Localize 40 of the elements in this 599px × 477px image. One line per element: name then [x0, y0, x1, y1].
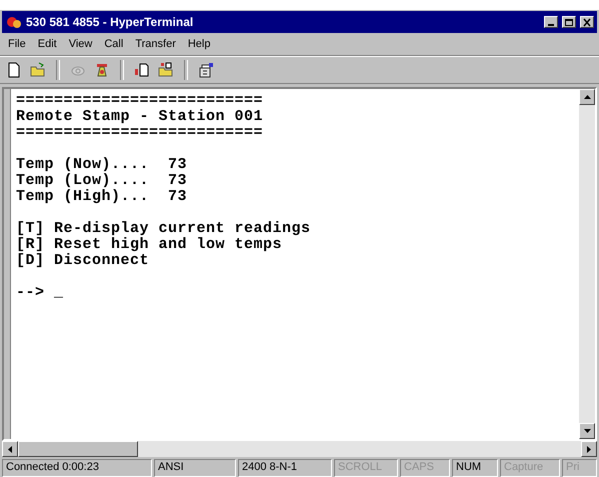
terminal-line: Temp (Now).... 73	[16, 157, 188, 173]
vertical-scrollbar[interactable]	[579, 89, 595, 439]
close-icon	[582, 18, 592, 26]
terminal-line: [D] Disconnect	[16, 253, 150, 269]
terminal-line: Remote Stamp - Station 001	[16, 109, 264, 125]
terminal-line: ==========================	[16, 93, 264, 109]
maximize-icon	[564, 18, 574, 26]
folder-icon[interactable]	[30, 62, 46, 78]
window-title: 530 581 4855 - HyperTerminal	[26, 15, 194, 29]
terminal-line: Temp (Low).... 73	[16, 173, 188, 189]
menu-item[interactable]: Transfer	[135, 38, 176, 50]
terminal-line: ==========================	[16, 125, 264, 141]
status-field: Connected 0:00:23	[2, 459, 152, 477]
cursor: _	[54, 284, 64, 301]
menu-item[interactable]: Help	[188, 38, 210, 50]
terminal-line: Temp (High)... 73	[16, 189, 188, 205]
down-arrow-icon[interactable]	[584, 429, 590, 433]
receive-file-icon[interactable]	[158, 62, 174, 78]
minimize-button[interactable]	[544, 16, 558, 28]
menu-item[interactable]: View	[68, 38, 92, 50]
right-arrow-icon[interactable]	[587, 446, 591, 452]
menu-item[interactable]: File	[8, 38, 26, 50]
send-file-icon[interactable]	[134, 62, 150, 78]
app-icon	[6, 15, 22, 29]
status-field: ANSI	[154, 459, 236, 477]
status-field: 2400 8-N-1	[238, 459, 332, 477]
left-arrow-icon[interactable]	[8, 446, 12, 452]
up-arrow-icon[interactable]	[584, 95, 590, 99]
properties-icon[interactable]	[198, 62, 214, 78]
terminal-line: [T] Re-display current readings	[16, 221, 312, 237]
maximize-button[interactable]	[562, 16, 576, 28]
horizontal-scrollbar[interactable]	[2, 441, 597, 457]
prompt: -->	[16, 284, 45, 301]
close-button[interactable]	[580, 16, 594, 28]
terminal-line: [R] Reset high and low temps	[16, 237, 284, 253]
new-file-icon[interactable]	[6, 62, 22, 78]
menu-item[interactable]: Edit	[38, 38, 57, 50]
status-field: NUM	[452, 459, 498, 477]
menu-item[interactable]: Call	[104, 38, 124, 50]
minimize-icon	[548, 24, 554, 26]
